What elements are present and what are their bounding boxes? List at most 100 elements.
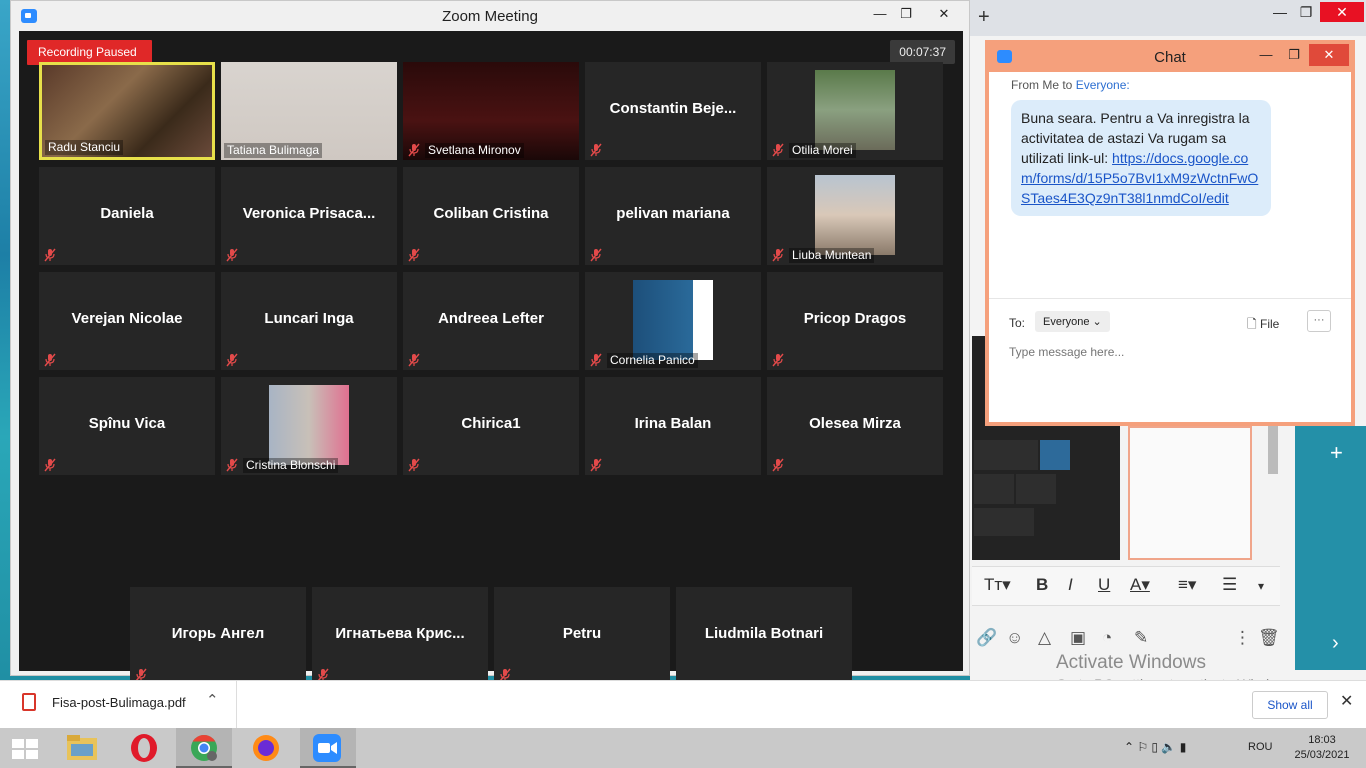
bold-icon[interactable]: B (1036, 575, 1048, 595)
align-icon[interactable]: ≡▾ (1178, 575, 1196, 595)
participant-photo (815, 70, 895, 150)
chat-message-bubble: Buna seara. Pentru a Va inregistra la ac… (1011, 100, 1271, 216)
participant-photo (633, 280, 713, 360)
show-all-button[interactable]: Show all (1252, 691, 1328, 719)
background-insert-toolbar: 🔗 ☺ △ ▣ ◔ ✎ ⋮ 🗑 (972, 622, 1280, 656)
chevron-up-icon[interactable]: ⌃ (206, 691, 219, 709)
participant-tile[interactable]: Irina Balan (585, 377, 761, 475)
muted-mic-icon (772, 353, 784, 367)
chat-more-button[interactable]: ··· (1307, 310, 1331, 332)
background-chat-preview (1128, 426, 1252, 560)
participant-tile[interactable]: Veronica Prisaca... (221, 167, 397, 265)
participant-tile[interactable]: Cristina Blonschi (221, 377, 397, 475)
taskbar-firefox[interactable] (238, 728, 294, 768)
trash-icon[interactable]: 🗑 (1258, 628, 1280, 648)
participant-tile[interactable]: Pricop Dragos (767, 272, 943, 370)
chat-recipient-select[interactable]: Everyone ⌄ (1035, 311, 1110, 332)
scrollbar[interactable] (1268, 426, 1278, 474)
participant-tile[interactable]: Otilia Morei (767, 62, 943, 160)
participant-tile[interactable]: Constantin Beje... (585, 62, 761, 160)
participant-tile[interactable]: Andreea Lefter (403, 272, 579, 370)
participant-tile[interactable]: Petru (494, 587, 670, 685)
participant-name: Liudmila Botnari (704, 625, 824, 642)
participant-name: Coliban Cristina (433, 205, 549, 222)
participant-name: pelivan mariana (616, 205, 730, 222)
participant-name: Игорь Ангел (171, 625, 265, 642)
text-size-icon[interactable]: Tт▾ (984, 575, 1011, 595)
participant-tile[interactable]: Olesea Mirza (767, 377, 943, 475)
chat-from-target: Everyone: (1075, 78, 1130, 92)
more-options-icon[interactable]: ⋮ (1234, 628, 1251, 648)
participant-tile[interactable]: Radu Stanciu (39, 62, 215, 160)
system-tray-icons[interactable]: ⌃ ⚐ ▯ 🔈 ▮ (1124, 740, 1186, 754)
add-icon[interactable]: + (1330, 440, 1343, 466)
chevron-right-icon[interactable]: › (1332, 632, 1339, 655)
participant-tile[interactable]: Tatiana Bulimaga (221, 62, 397, 160)
participant-photo (269, 385, 349, 465)
language-indicator[interactable]: ROU (1248, 741, 1272, 753)
participant-tile[interactable]: Игорь Ангел (130, 587, 306, 685)
participant-name: Svetlana Mironov (425, 143, 524, 158)
close-icon[interactable]: ✕ (1320, 2, 1364, 22)
activate-title: Activate Windows (1056, 652, 1206, 673)
participant-tile[interactable]: Daniela (39, 167, 215, 265)
clock-time: 18:03 (1308, 734, 1336, 746)
muted-mic-icon (408, 248, 420, 262)
muted-mic-icon (226, 248, 238, 262)
download-filename[interactable]: Fisa-post-Bulimaga.pdf (52, 695, 186, 710)
participant-tile[interactable]: Liudmila Botnari (676, 587, 852, 685)
taskbar-clock[interactable]: 18:03 25/03/2021 (1292, 733, 1352, 763)
muted-mic-icon (44, 248, 56, 262)
participant-tile[interactable]: Svetlana Mironov (403, 62, 579, 160)
participant-tile[interactable]: Coliban Cristina (403, 167, 579, 265)
close-icon[interactable]: ✕ (1309, 44, 1349, 66)
maximize-icon[interactable]: ❐ (1279, 44, 1309, 66)
chevron-down-icon[interactable]: ▾ (1258, 579, 1264, 593)
chat-titlebar[interactable]: Chat — ❐ ✕ (989, 44, 1351, 72)
drive-icon[interactable]: △ (1038, 628, 1051, 648)
participant-photo (815, 175, 895, 255)
taskbar-file-explorer[interactable] (54, 728, 110, 768)
new-tab-icon[interactable]: + (978, 6, 990, 29)
participant-tile[interactable]: Verejan Nicolae (39, 272, 215, 370)
taskbar-chrome[interactable] (176, 728, 232, 768)
muted-mic-icon (590, 248, 602, 262)
opera-icon (131, 734, 157, 762)
muted-mic-icon (590, 353, 602, 367)
chat-message-header: From Me to Everyone: (1011, 78, 1130, 92)
chat-message-input[interactable] (1009, 345, 1329, 359)
mini-tile (974, 508, 1034, 536)
list-icon[interactable]: ☰ (1222, 575, 1237, 595)
chat-file-button[interactable]: 🗋 File (1247, 315, 1279, 336)
link-icon[interactable]: 🔗 (976, 628, 997, 648)
participant-tile[interactable]: Luncari Inga (221, 272, 397, 370)
pen-icon[interactable]: ✎ (1134, 628, 1148, 648)
image-icon[interactable]: ▣ (1070, 628, 1086, 648)
close-icon[interactable]: ✕ (1340, 691, 1353, 711)
meeting-timer: 00:07:37 (890, 40, 955, 64)
muted-mic-icon (772, 458, 784, 472)
text-color-icon[interactable]: A▾ (1130, 575, 1150, 595)
italic-icon[interactable]: I (1068, 575, 1073, 595)
emoji-icon[interactable]: ☺ (1006, 628, 1023, 648)
zoom-titlebar[interactable]: Zoom Meeting — ❐ ✕ (11, 1, 969, 31)
lock-icon[interactable]: ◔ (1102, 628, 1112, 648)
taskbar-opera[interactable] (116, 728, 172, 768)
participant-tile[interactable]: Liuba Muntean (767, 167, 943, 265)
close-icon[interactable]: ✕ (923, 3, 965, 25)
participant-tile[interactable]: pelivan mariana (585, 167, 761, 265)
participant-tile[interactable]: Игнатьева Крис... (312, 587, 488, 685)
zoom-icon (313, 734, 341, 762)
participant-name: Cristina Blonschi (243, 458, 339, 473)
maximize-icon[interactable]: ❐ (891, 3, 921, 25)
minimize-icon[interactable]: — (1251, 44, 1281, 66)
underline-icon[interactable]: U (1098, 575, 1110, 595)
participant-tile[interactable]: Chirica1 (403, 377, 579, 475)
download-separator (236, 681, 237, 729)
participant-tile[interactable]: Spînu Vica (39, 377, 215, 475)
start-button[interactable] (0, 728, 56, 768)
participant-tile[interactable]: Cornelia Panico (585, 272, 761, 370)
participant-name: Petru (562, 625, 602, 642)
taskbar-zoom[interactable] (300, 728, 356, 768)
participant-name: Constantin Beje... (609, 100, 737, 117)
